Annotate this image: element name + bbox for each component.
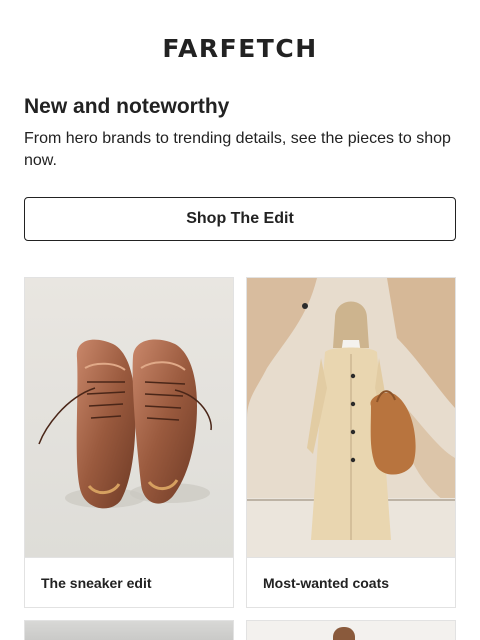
shop-the-edit-label: Shop The Edit [186,210,294,227]
sneaker-edit-caption[interactable]: The sneaker edit [25,557,233,607]
product-card-sneaker-edit[interactable]: The sneaker edit [24,277,234,608]
most-wanted-coats-caption[interactable]: Most-wanted coats [247,557,455,607]
product-card-partial-right[interactable] [246,620,456,640]
product-card-partial-left[interactable] [24,620,234,640]
section-intro-text: From hero brands to trending details, se… [24,130,451,169]
section-headline: New and noteworthy [24,95,230,118]
product-card-most-wanted-coats[interactable]: Most-wanted coats [246,277,456,608]
partial-right-image[interactable] [247,621,455,640]
partial-figure-shape [333,627,355,640]
shop-the-edit-button[interactable]: Shop The Edit [24,197,456,241]
most-wanted-coats-image[interactable] [247,278,455,557]
farfetch-logo[interactable]: FARFETCH [0,34,480,64]
partial-left-image[interactable] [25,621,233,640]
sneaker-edit-image[interactable] [25,278,233,557]
bronze-sneakers-illustration [25,278,233,557]
woman-in-cream-coat-illustration [247,278,455,557]
